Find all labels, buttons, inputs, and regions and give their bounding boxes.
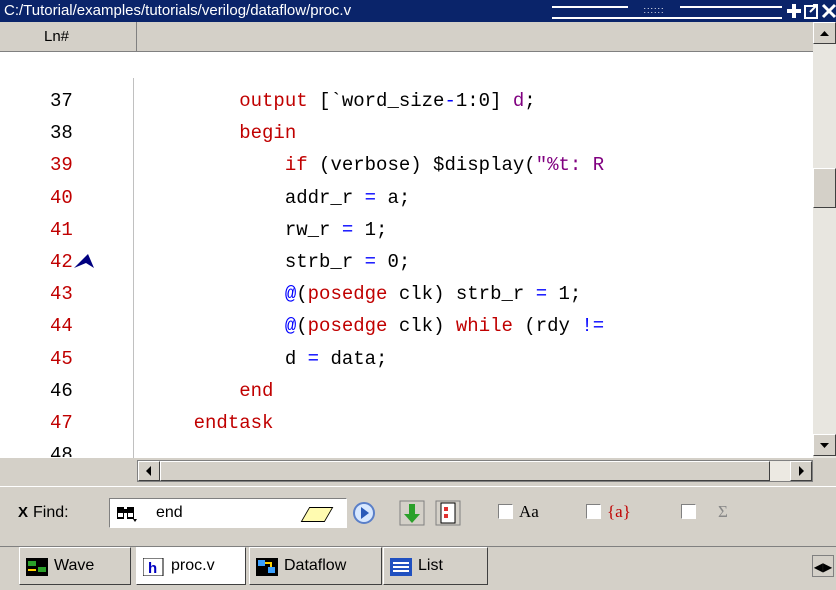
code-line[interactable]: 45 d = data;	[0, 343, 813, 375]
regex-label: {a}	[607, 502, 631, 521]
code-text: if (verbose) $display("%t: R	[284, 154, 605, 177]
maximize-plus-icon[interactable]	[786, 3, 802, 19]
code-line[interactable]: 39 if (verbose) $display("%t: R	[0, 149, 813, 181]
code-text: rw_r = 1;	[148, 218, 388, 241]
tab-label: List	[418, 557, 443, 574]
source-editor[interactable]: Ln# 37 output [`word_size-1:0] d; 38 begi…	[0, 22, 836, 458]
code-text: @(posedge clk) while (rdy !=	[284, 315, 605, 338]
binoculars-icon[interactable]	[115, 504, 137, 522]
code-line[interactable]: 37 output [`word_size-1:0] d;	[0, 85, 813, 117]
source-window: C:/Tutorial/examples/tutorials/verilog/d…	[0, 0, 836, 590]
arrow-right-icon	[799, 466, 804, 476]
line-number[interactable]: 45	[50, 343, 110, 375]
horizontal-scrollbar[interactable]	[137, 460, 813, 482]
tab-dataflow[interactable]: Dataflow	[249, 547, 382, 585]
code-text: end	[239, 379, 274, 402]
list-icon	[390, 558, 412, 576]
dataflow-icon	[256, 558, 278, 576]
code-text: output [`word_size-1:0] d;	[239, 90, 536, 112]
find-close-button[interactable]: X	[18, 504, 28, 521]
current-line-arrow-icon	[74, 253, 94, 268]
line-number[interactable]: 38	[50, 117, 110, 149]
wave-icon	[26, 558, 48, 576]
code-text: endtask	[193, 411, 274, 434]
line-number[interactable]: 37	[50, 85, 110, 117]
line-number[interactable]: 46	[50, 375, 110, 407]
arrow-up-icon	[820, 31, 829, 36]
eraser-icon[interactable]	[300, 507, 334, 522]
arrow-down-icon	[820, 443, 829, 448]
source-icon: h	[143, 558, 164, 576]
tab-scroll-button[interactable]: ◀▶	[812, 555, 834, 577]
tab-wave[interactable]: Wave	[19, 547, 131, 585]
find-down-arrow-icon[interactable]	[399, 500, 425, 526]
line-number-header[interactable]: Ln#	[0, 22, 137, 52]
code-text: d = data;	[148, 347, 388, 370]
code-text: begin	[239, 122, 297, 145]
code-line[interactable]: 48	[0, 439, 813, 457]
match-case-checkbox[interactable]	[498, 504, 513, 519]
code-line[interactable]: 41 rw_r = 1;	[0, 214, 813, 246]
window-title: C:/Tutorial/examples/tutorials/verilog/d…	[4, 2, 352, 19]
code-line[interactable]: 47 endtask	[0, 407, 813, 439]
code-line[interactable]: 42 strb_r = 0;	[0, 246, 813, 278]
find-next-icon[interactable]	[351, 500, 377, 526]
scroll-up-button[interactable]	[813, 22, 836, 44]
line-number[interactable]: 44	[50, 310, 110, 342]
code-text: addr_r = a;	[148, 186, 411, 209]
tab-label: Dataflow	[284, 557, 347, 574]
code-text: @(posedge clk) strb_r = 1;	[284, 283, 582, 306]
title-grip[interactable]: ::::::	[628, 4, 680, 17]
line-number[interactable]: 48	[50, 439, 110, 457]
scroll-right-button[interactable]	[790, 461, 812, 481]
bookmark-document-icon[interactable]	[435, 500, 461, 526]
vertical-scroll-thumb[interactable]	[813, 168, 836, 208]
window-tabs: Wave h proc.v Dataflow List ◀▶	[0, 546, 836, 590]
code-lines: 37 output [`word_size-1:0] d; 38 begin 39 …	[0, 85, 813, 457]
line-number[interactable]: 47	[50, 407, 110, 439]
code-column-header[interactable]	[137, 22, 813, 52]
match-case-label: Aa	[519, 502, 539, 521]
find-toolbar: X Find: end Aa {a} Σ	[0, 486, 836, 545]
vertical-scrollbar[interactable]	[813, 22, 836, 458]
code-line[interactable]: 38 begin	[0, 117, 813, 149]
horizontal-scroll-thumb[interactable]	[160, 461, 770, 481]
find-input-value: end	[156, 504, 183, 521]
scroll-left-button[interactable]	[138, 461, 160, 481]
sigma-label: Σ	[718, 502, 728, 521]
line-number[interactable]: 41	[50, 214, 110, 246]
tab-label: proc.v	[171, 557, 215, 574]
line-number[interactable]: 39	[50, 149, 110, 181]
code-line[interactable]: 43 @(posedge clk) strb_r = 1;	[0, 278, 813, 310]
tab-proc-v[interactable]: h proc.v	[136, 547, 246, 585]
code-text: strb_r = 0;	[148, 250, 411, 273]
svg-text:h: h	[148, 560, 157, 576]
line-number[interactable]: 40	[50, 182, 110, 214]
sigma-checkbox[interactable]	[681, 504, 696, 519]
code-line[interactable]: 44 @(posedge clk) while (rdy !=	[0, 310, 813, 342]
code-line[interactable]: 46 end	[0, 375, 813, 407]
find-input[interactable]: end	[109, 498, 347, 528]
arrow-left-icon	[146, 466, 151, 476]
tab-label: Wave	[54, 557, 95, 574]
tab-list[interactable]: List	[383, 547, 488, 585]
line-number[interactable]: 43	[50, 278, 110, 310]
find-label: Find:	[33, 504, 69, 521]
scroll-down-button[interactable]	[813, 434, 836, 456]
horizontal-scroll-row	[0, 458, 836, 482]
regex-checkbox[interactable]	[586, 504, 601, 519]
code-line[interactable]: 40 addr_r = a;	[0, 182, 813, 214]
close-icon[interactable]	[821, 3, 836, 19]
restore-icon[interactable]	[804, 3, 820, 19]
title-bar[interactable]: C:/Tutorial/examples/tutorials/verilog/d…	[0, 0, 836, 22]
